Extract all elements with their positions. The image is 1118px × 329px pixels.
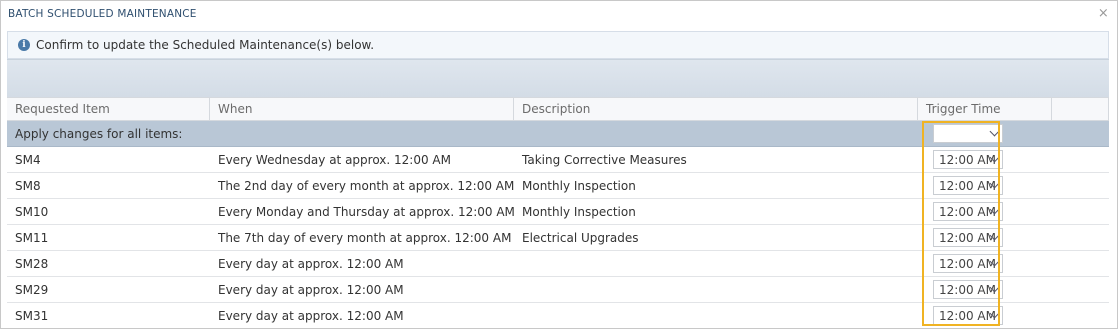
trigger-time-select[interactable]: 12:00 AM	[933, 176, 1003, 195]
trigger-time-select[interactable]: 12:00 AM	[933, 280, 1003, 299]
chevron-down-icon	[989, 126, 1000, 137]
grid-header: Requested Item When Description Trigger …	[7, 97, 1109, 121]
when-cell: The 7th day of every month at approx. 12…	[218, 230, 512, 245]
toolbar-strip	[7, 59, 1109, 98]
apply-all-row: Apply changes for all items:	[7, 121, 1109, 147]
column-header-when[interactable]: When	[210, 98, 514, 120]
requested-item-cell: SM29	[15, 282, 49, 297]
table-row[interactable]: SM28 Every day at approx. 12:00 AM 12:00 A…	[7, 251, 1109, 277]
maintenance-grid: Requested Item When Description Trigger …	[7, 97, 1109, 328]
requested-item-cell: SM11	[15, 230, 49, 245]
description-cell: Monthly Inspection	[522, 204, 636, 219]
column-header-description[interactable]: Description	[514, 98, 918, 120]
table-row[interactable]: SM11 The 7th day of every month at approx…	[7, 225, 1109, 251]
info-banner: i Confirm to update the Scheduled Mainte…	[7, 31, 1109, 59]
when-cell: Every day at approx. 12:00 AM	[218, 256, 404, 271]
table-row[interactable]: SM8 The 2nd day of every month at approx.…	[7, 173, 1109, 199]
apply-all-trigger-select[interactable]	[933, 124, 1003, 143]
when-cell: Every day at approx. 12:00 AM	[218, 308, 404, 323]
table-row[interactable]: SM29 Every day at approx. 12:00 AM 12:00 A…	[7, 277, 1109, 303]
close-icon[interactable]: ×	[1098, 1, 1109, 27]
description-cell: Monthly Inspection	[522, 178, 636, 193]
when-cell: Every Monday and Thursday at approx. 12:…	[218, 204, 515, 219]
info-message: Confirm to update the Scheduled Maintena…	[36, 38, 375, 52]
trigger-time-select[interactable]: 12:00 AM	[933, 228, 1003, 247]
trigger-time-select[interactable]: 12:00 AM	[933, 306, 1003, 325]
trigger-time-select[interactable]: 12:00 AM	[933, 150, 1003, 169]
when-cell: The 2nd day of every month at approx. 12…	[218, 178, 515, 193]
when-cell: Every day at approx. 12:00 AM	[218, 282, 404, 297]
requested-item-cell: SM10	[15, 204, 49, 219]
trigger-time-select[interactable]: 12:00 AM	[933, 202, 1003, 221]
apply-all-label: Apply changes for all items:	[15, 126, 183, 141]
requested-item-cell: SM28	[15, 256, 49, 271]
table-row[interactable]: SM10 Every Monday and Thursday at approx.…	[7, 199, 1109, 225]
column-header-spacer	[1052, 98, 1109, 120]
description-cell: Taking Corrective Measures	[522, 152, 687, 167]
dialog-title: BATCH SCHEDULED MAINTENANCE	[8, 8, 197, 20]
requested-item-cell: SM4	[15, 152, 41, 167]
dialog-titlebar: BATCH SCHEDULED MAINTENANCE ×	[1, 1, 1117, 27]
batch-maintenance-dialog: BATCH SCHEDULED MAINTENANCE × i Confirm …	[0, 0, 1118, 329]
table-row[interactable]: SM4 Every Wednesday at approx. 12:00 AM Ta…	[7, 147, 1109, 173]
requested-item-cell: SM8	[15, 178, 41, 193]
trigger-time-select[interactable]: 12:00 AM	[933, 254, 1003, 273]
info-icon: i	[18, 39, 30, 51]
column-header-requested-item[interactable]: Requested Item	[7, 98, 210, 120]
column-header-trigger-time[interactable]: Trigger Time	[918, 98, 1052, 120]
table-row[interactable]: SM31 Every day at approx. 12:00 AM 12:00 A…	[7, 303, 1109, 328]
when-cell: Every Wednesday at approx. 12:00 AM	[218, 152, 451, 167]
description-cell: Electrical Upgrades	[522, 230, 639, 245]
requested-item-cell: SM31	[15, 308, 49, 323]
